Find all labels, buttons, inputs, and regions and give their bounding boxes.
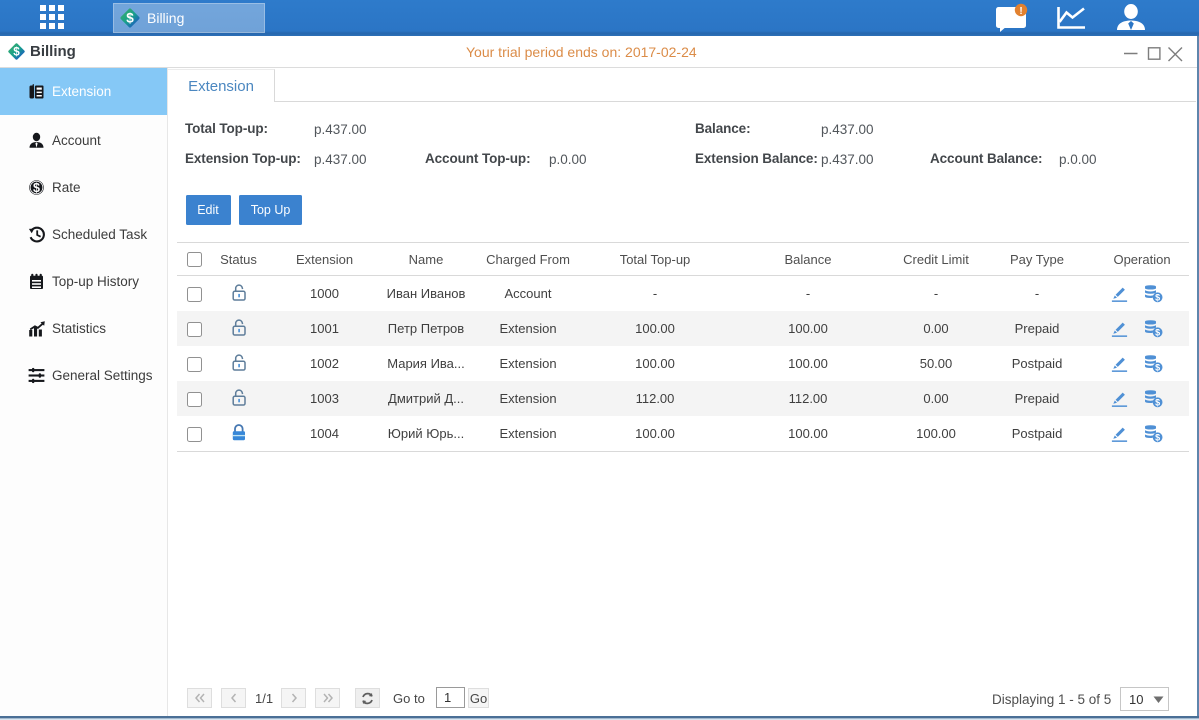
svg-text:$: $ (1155, 293, 1160, 303)
svg-text:$: $ (33, 181, 40, 195)
svg-text:$: $ (13, 46, 20, 59)
svg-text:$: $ (1155, 398, 1160, 408)
svg-text:$: $ (126, 11, 134, 26)
svg-text:!: ! (1019, 6, 1022, 17)
svg-text:$: $ (1155, 433, 1160, 443)
svg-text:$: $ (1155, 363, 1160, 373)
svg-text:$: $ (1155, 328, 1160, 338)
